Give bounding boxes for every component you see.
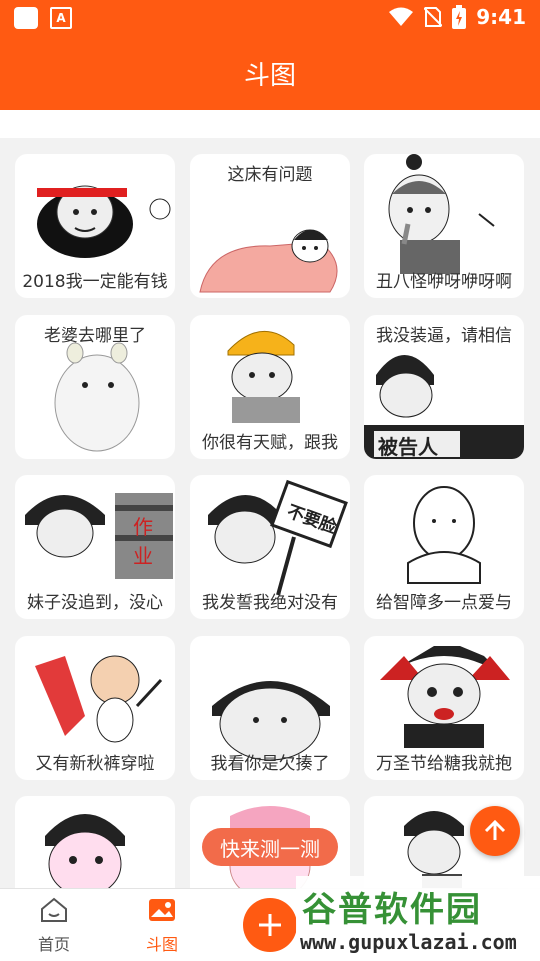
meme-card[interactable]: 丑八怪咿呀咿呀啊 <box>364 154 524 298</box>
meme-card[interactable]: 给智障多一点爱与 <box>364 475 524 619</box>
meme-caption: 老婆去哪里了 <box>44 326 146 346</box>
tab-home[interactable]: 首页 <box>14 897 94 955</box>
watermark: 谷普软件园 www.gupuxlazai.com <box>296 876 540 960</box>
arrow-up-icon <box>484 819 506 840</box>
meme-card[interactable]: 你很有天赋，跟我 <box>190 315 350 459</box>
tab-doutu-label: 斗图 <box>145 935 178 954</box>
meme-caption: 给智障多一点爱与 <box>376 593 512 613</box>
meme-card[interactable]: 我看你是欠揍了 <box>190 636 350 780</box>
watermark-url: www.gupuxlazai.com <box>300 930 517 954</box>
meme-card[interactable]: 万圣节给糖我就抱 <box>364 636 524 780</box>
no-sim-icon <box>424 7 443 27</box>
meme-card[interactable]: 作业 妹子没追到，没心 <box>15 475 175 619</box>
watermark-brand: 谷普软件园 <box>302 890 482 930</box>
meme-image <box>45 814 125 888</box>
wifi-icon <box>389 7 414 26</box>
tab-doutu[interactable]: 斗图 <box>122 897 202 955</box>
meme-caption: 我发誓我绝对没有 <box>202 593 338 613</box>
meme-card[interactable]: 又有新秋裤穿啦 <box>15 636 175 780</box>
page-title: 斗图 <box>243 60 296 91</box>
meme-caption: 万圣节给糖我就抱 <box>376 754 512 774</box>
meme-caption: 妹子没追到，没心 <box>27 593 163 613</box>
home-icon <box>41 897 67 922</box>
sub-header-strip <box>0 110 540 138</box>
status-time: 9:41 <box>476 5 526 29</box>
meme-caption: 2018我一定能有钱 <box>22 272 168 292</box>
scroll-to-top-button[interactable] <box>470 806 520 856</box>
meme-card[interactable]: 2018我一定能有钱 <box>15 154 175 298</box>
meme-caption: 我看你是欠揍了 <box>210 754 330 774</box>
status-bar: A 9:41 <box>0 0 540 36</box>
meme-card[interactable]: 不要脸 我发誓我绝对没有 <box>190 475 350 619</box>
sign-text: 被告人 <box>378 435 438 459</box>
app-bar: 斗图 <box>0 36 540 110</box>
meme-card[interactable] <box>15 796 175 888</box>
plus-icon <box>259 914 281 936</box>
meme-card[interactable]: 老婆去哪里了 <box>15 315 175 459</box>
quiz-pill-label: 快来测一测 <box>220 836 320 861</box>
image-icon <box>149 899 175 921</box>
add-button[interactable] <box>243 898 297 952</box>
quiz-pill-button[interactable]: 快来测一测 <box>202 828 338 866</box>
tab-home-label: 首页 <box>37 935 70 954</box>
meme-grid[interactable]: 2018我一定能有钱 这床有问题 丑八怪咿呀咿呀啊 老婆去哪里了 你很有天赋，跟… <box>0 138 540 888</box>
meme-caption: 丑八怪咿呀咿呀啊 <box>376 272 512 292</box>
battery-icon <box>452 5 467 29</box>
meme-caption: 你很有天赋，跟我 <box>202 433 338 453</box>
meme-caption: 又有新秋裤穿啦 <box>35 754 155 774</box>
meme-caption: 这床有问题 <box>227 165 313 185</box>
app-notification-icon: A <box>50 7 72 29</box>
meme-card[interactable]: 我没装逼，请相信 被告人 <box>364 315 524 459</box>
sign-text: 作业 <box>133 515 153 568</box>
meme-caption: 我没装逼，请相信 <box>376 326 512 346</box>
meme-card[interactable]: 这床有问题 <box>190 154 350 298</box>
notification-icon <box>14 7 38 29</box>
